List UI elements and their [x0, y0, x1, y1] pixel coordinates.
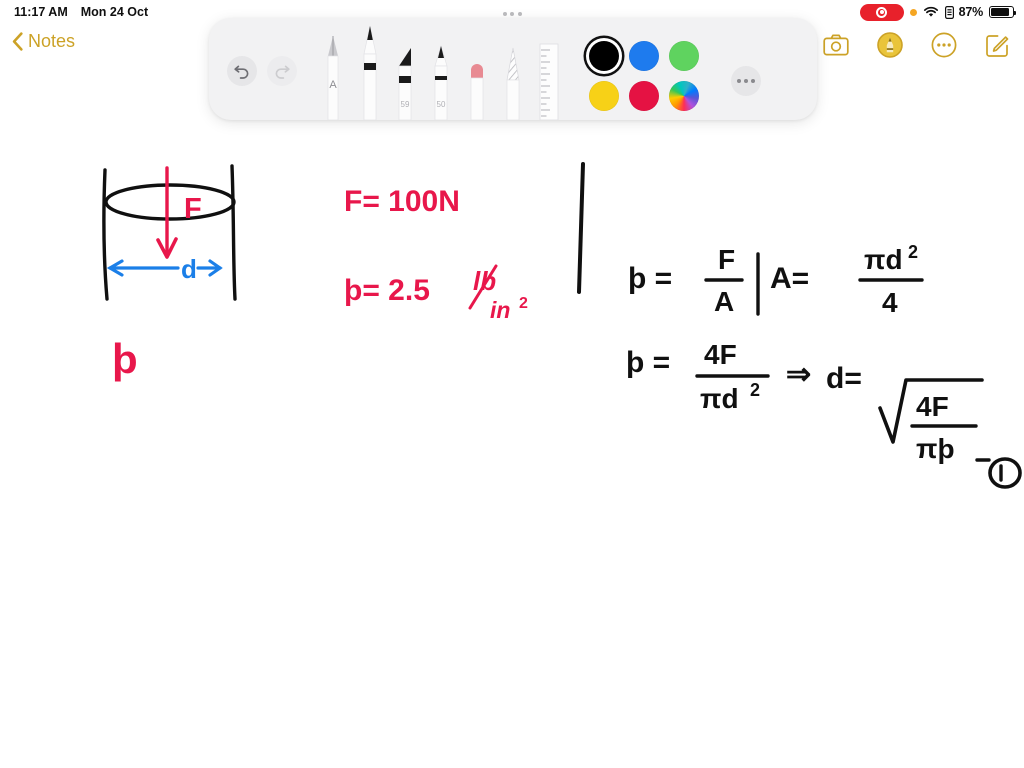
given-pressure-note: þ= 2.5 lb in 2	[344, 264, 528, 323]
recording-dot-icon	[876, 6, 888, 18]
svg-text:4F: 4F	[916, 391, 949, 422]
camera-icon[interactable]	[823, 34, 849, 56]
marker-tool-label: 50	[437, 100, 446, 109]
svg-text:in: in	[490, 297, 510, 323]
eraser-tool[interactable]	[459, 18, 495, 121]
svg-text:4: 4	[882, 287, 898, 318]
highlighter-tool[interactable]: 59	[387, 18, 423, 121]
back-button-label: Notes	[28, 31, 76, 51]
color-black[interactable]	[589, 41, 619, 71]
note-canvas[interactable]: F d þ F= 100N þ= 2.5 lb in 2 þ = F A A= …	[0, 68, 1024, 768]
color-picker[interactable]	[669, 81, 699, 111]
ellipsis-circle-icon[interactable]	[931, 32, 957, 58]
battery-percent-label: 87%	[958, 5, 984, 19]
color-yellow[interactable]	[589, 81, 619, 111]
pressure-formula: þ = F A	[628, 244, 744, 317]
status-bar-right: 87%	[859, 3, 1017, 21]
diameter-arrow	[106, 259, 223, 277]
back-to-notes-button[interactable]: Notes	[12, 31, 75, 52]
palette-more-button[interactable]	[731, 66, 761, 96]
color-swatch-grid	[589, 41, 707, 111]
microphone-in-use-indicator-icon	[909, 8, 917, 16]
force-arrow	[156, 166, 178, 259]
redo-arrow-icon	[275, 65, 290, 79]
compose-square-pencil-icon[interactable]	[985, 33, 1010, 58]
force-label: F	[184, 193, 202, 225]
status-time: 11:17 AM	[14, 5, 68, 19]
navigation-actions	[823, 32, 1010, 58]
color-red[interactable]	[629, 81, 659, 111]
svg-text:πd: πd	[864, 244, 903, 275]
tool-list: A 59 50	[315, 18, 567, 121]
undo-arrow-icon	[234, 65, 249, 79]
derived-pressure-formula: þ = 4F πd 2	[626, 339, 770, 414]
svg-text:2: 2	[519, 295, 528, 312]
status-date: Mon 24 Oct	[80, 5, 149, 19]
diameter-solution-formula: d= 4F πþ	[826, 362, 984, 464]
svg-text:þ= 2.5: þ= 2.5	[344, 274, 430, 307]
svg-text:þ =: þ =	[628, 262, 672, 295]
svg-text:2: 2	[908, 242, 918, 262]
markup-tool-palette: A 59 50	[209, 18, 817, 121]
given-force-note: F= 100N	[344, 185, 460, 218]
marker-tool[interactable]: 50	[423, 18, 459, 121]
notes-app-window: 11:17 AM Mon 24 Oct 87% Notes A 59 50 F …	[0, 0, 1024, 768]
status-bar: 11:17 AM Mon 24 Oct 87%	[0, 0, 1024, 24]
svg-text:4F: 4F	[704, 339, 737, 370]
undo-button[interactable]	[227, 56, 257, 86]
svg-text:þ =: þ =	[626, 346, 670, 379]
undo-redo-group	[227, 56, 297, 86]
svg-text:πd: πd	[700, 383, 739, 414]
orientation-lock-icon	[944, 6, 954, 20]
scribble-tool[interactable]: A	[315, 18, 351, 121]
recording-dot-inner	[879, 10, 884, 14]
implies-symbol: ⇒	[786, 358, 811, 391]
ruler-tool[interactable]	[531, 18, 567, 121]
cylinder-force-diagram	[102, 164, 237, 301]
wifi-icon	[923, 6, 939, 18]
pressure-symbol-label: þ	[112, 335, 138, 382]
svg-text:2: 2	[750, 380, 760, 400]
redo-button[interactable]	[267, 56, 297, 86]
scribble-tool-label: A	[329, 79, 337, 91]
color-green[interactable]	[669, 41, 699, 71]
svg-text:d=: d=	[826, 362, 862, 395]
chevron-left-icon	[12, 32, 23, 51]
svg-text:F: F	[718, 244, 735, 275]
svg-text:A: A	[714, 286, 734, 317]
area-formula: A= πd 2 4	[770, 242, 924, 318]
screen-recording-pill-icon[interactable]	[859, 3, 904, 21]
svg-text:πþ: πþ	[916, 433, 955, 464]
vertical-divider-stroke	[577, 162, 585, 294]
highlighter-tool-label: 59	[401, 100, 410, 109]
svg-text:A=: A=	[770, 262, 809, 295]
status-bar-left: 11:17 AM Mon 24 Oct	[14, 5, 148, 19]
diameter-label: d	[181, 254, 197, 284]
color-blue[interactable]	[629, 41, 659, 71]
pen-tool[interactable]	[351, 18, 387, 121]
lasso-select-tool[interactable]	[495, 18, 531, 121]
markup-pen-circle-icon[interactable]	[877, 32, 903, 58]
battery-icon	[989, 6, 1017, 18]
equation-number-badge	[975, 457, 1022, 489]
